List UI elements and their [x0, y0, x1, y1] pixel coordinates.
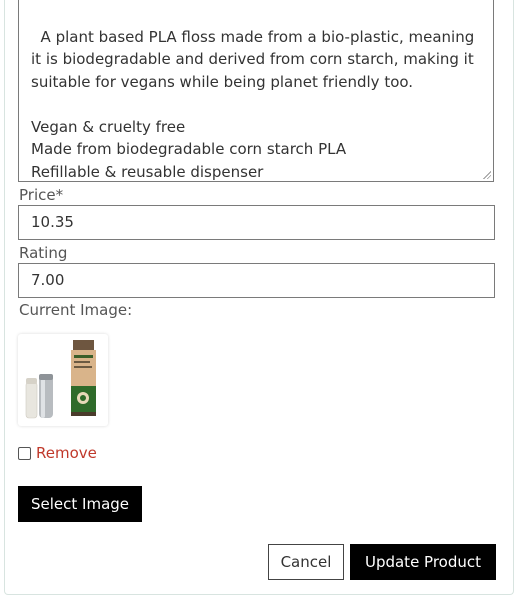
cancel-button[interactable]: Cancel [268, 544, 344, 580]
current-image-label: Current Image: [19, 301, 133, 319]
remove-image-row: Remove [18, 444, 97, 462]
price-label: Price* [19, 186, 64, 204]
resize-handle-icon[interactable] [483, 171, 491, 179]
remove-checkbox[interactable] [18, 446, 31, 460]
description-textarea[interactable]: A plant based PLA floss made from a bio-… [18, 0, 494, 182]
rating-input[interactable]: 7.00 [18, 263, 495, 298]
select-image-button[interactable]: Select Image [18, 486, 142, 522]
description-text: A plant based PLA floss made from a bio-… [31, 27, 475, 181]
product-thumbnail [18, 334, 108, 426]
price-input[interactable]: 10.35 [18, 205, 495, 240]
update-product-button[interactable]: Update Product [350, 544, 496, 580]
rating-label: Rating [19, 244, 68, 262]
floss-product-image [25, 340, 96, 419]
remove-label[interactable]: Remove [36, 444, 97, 462]
